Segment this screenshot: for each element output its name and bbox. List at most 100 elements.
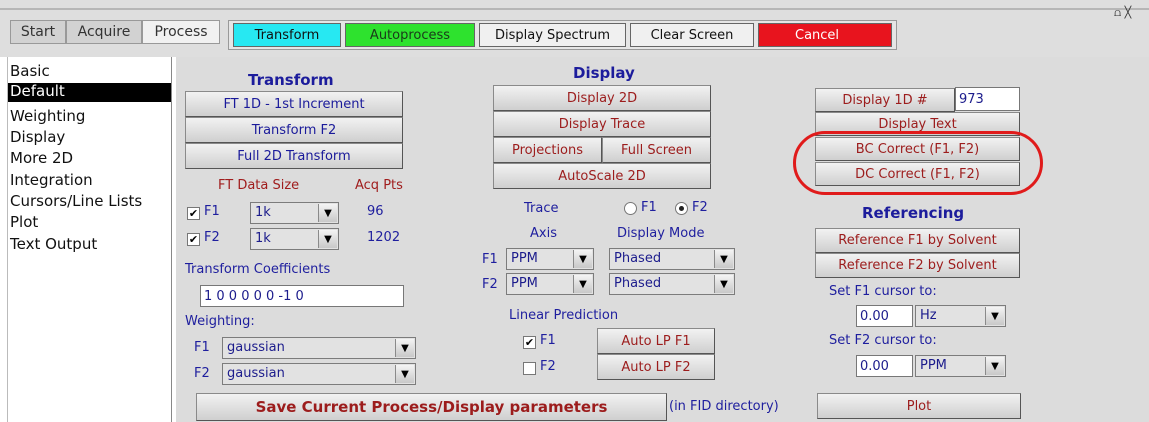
f1-axis-select[interactable]: PPM ▼: [506, 248, 594, 270]
autoscale-2d-button[interactable]: AutoScale 2D: [493, 163, 711, 189]
sidebar-item-text-output[interactable]: Text Output: [10, 235, 97, 253]
full-screen-button[interactable]: Full Screen: [602, 137, 711, 163]
set-f1-cursor-label: Set F1 cursor to:: [829, 284, 937, 299]
f1-label: F1: [204, 204, 220, 219]
f2-cursor-unit-select[interactable]: PPM ▼: [915, 355, 1006, 377]
weighting-f2-value: gaussian: [227, 366, 285, 381]
weighting-f2-select[interactable]: gaussian ▼: [222, 363, 416, 385]
lp-f2-checkbox[interactable]: [523, 362, 536, 375]
f2-display-mode-value: Phased: [614, 276, 662, 291]
transform-f2-button[interactable]: Transform F2: [185, 117, 403, 143]
weighting-f2-label: F2: [194, 366, 210, 381]
sidebar-item-basic[interactable]: Basic: [10, 62, 50, 80]
sidebar-item-weighting[interactable]: Weighting: [10, 107, 85, 125]
f1-cursor-input[interactable]: 0.00: [856, 305, 913, 327]
sidebar-item-cursors-line-lists[interactable]: Cursors/Line Lists: [10, 192, 142, 210]
plot-button[interactable]: Plot: [817, 393, 1021, 419]
chevron-down-icon: ▼: [318, 204, 337, 222]
f1-axis-value: PPM: [511, 251, 538, 266]
sidebar-item-integration[interactable]: Integration: [10, 171, 93, 189]
f2-cursor-input[interactable]: 0.00: [856, 355, 913, 377]
display-mode-label: Display Mode: [617, 226, 705, 241]
chevron-down-icon: ▼: [395, 365, 414, 383]
trace-f1-radio[interactable]: [624, 202, 637, 215]
weighting-label: Weighting:: [185, 314, 255, 329]
f1-checkbox[interactable]: ✔: [187, 207, 200, 220]
display-heading: Display: [573, 64, 635, 82]
display-trace-button[interactable]: Display Trace: [493, 111, 711, 137]
f1-display-mode-value: Phased: [614, 251, 662, 266]
f1-cursor-unit-select[interactable]: Hz ▼: [915, 305, 1006, 327]
transform-coefficients-input[interactable]: 1 0 0 0 0 0 -1 0: [200, 285, 404, 307]
display-2d-button[interactable]: Display 2D: [493, 85, 711, 111]
display-1d-button[interactable]: Display 1D #: [815, 88, 955, 112]
tab-process[interactable]: Process: [142, 20, 220, 44]
trace-f2-label: F2: [692, 200, 708, 215]
sidebar-item-default[interactable]: Default: [10, 82, 65, 100]
highlight-circle: [793, 131, 1043, 195]
lp-f2-label: F2: [540, 359, 556, 374]
f2-axis-value: PPM: [511, 276, 538, 291]
ft-1d-button[interactable]: FT 1D - 1st Increment: [185, 91, 403, 117]
chevron-down-icon: ▼: [985, 307, 1004, 325]
projections-button[interactable]: Projections: [493, 137, 602, 163]
full-2d-transform-button[interactable]: Full 2D Transform: [185, 143, 403, 169]
f1-size-value: 1k: [255, 205, 271, 220]
f2-size-select[interactable]: 1k ▼: [250, 228, 339, 250]
f2-label: F2: [204, 230, 220, 245]
acq-pts-label: Acq Pts: [355, 178, 403, 193]
display-f2-label: F2: [482, 277, 498, 292]
axis-label: Axis: [530, 226, 557, 241]
chevron-down-icon: ▼: [318, 230, 337, 248]
f1-size-select[interactable]: 1k ▼: [250, 202, 339, 224]
trace-label: Trace: [524, 201, 559, 216]
autoprocess-button[interactable]: Autoprocess: [345, 23, 475, 47]
f2-checkbox[interactable]: ✔: [187, 233, 200, 246]
clear-screen-button[interactable]: Clear Screen: [630, 23, 754, 47]
trace-f1-label: F1: [641, 200, 657, 215]
top-toolbar-border: [0, 8, 1149, 10]
transform-button[interactable]: Transform: [233, 23, 341, 47]
f2-cursor-unit-value: PPM: [920, 358, 947, 373]
f1-display-mode-select[interactable]: Phased ▼: [609, 248, 735, 270]
auto-lp-f1-button[interactable]: Auto LP F1: [597, 328, 715, 354]
auto-lp-f2-button[interactable]: Auto LP F2: [597, 354, 715, 380]
f2-axis-select[interactable]: PPM ▼: [506, 273, 594, 295]
set-f2-cursor-label: Set F2 cursor to:: [829, 333, 937, 348]
referencing-heading: Referencing: [862, 204, 965, 222]
sidebar-item-display[interactable]: Display: [10, 128, 65, 146]
f1-cursor-unit-value: Hz: [920, 308, 937, 323]
chevron-down-icon: ▼: [395, 339, 414, 357]
chevron-down-icon: ▼: [573, 250, 592, 268]
transform-coefficients-label: Transform Coefficients: [185, 262, 331, 277]
display-f1-label: F1: [482, 252, 498, 267]
reference-f1-button[interactable]: Reference F1 by Solvent: [815, 228, 1020, 253]
weighting-f1-select[interactable]: gaussian ▼: [222, 337, 416, 359]
weighting-f1-label: F1: [194, 340, 210, 355]
sidebar-item-plot[interactable]: Plot: [10, 213, 38, 231]
chevron-down-icon: ▼: [985, 357, 1004, 375]
chevron-down-icon: ▼: [714, 250, 733, 268]
f2-acq-pts-value: 1202: [367, 230, 401, 245]
weighting-f1-value: gaussian: [227, 340, 285, 355]
linear-prediction-label: Linear Prediction: [509, 308, 619, 323]
transform-heading: Transform: [248, 71, 334, 89]
f1-acq-pts-value: 96: [367, 204, 384, 219]
lp-f1-label: F1: [540, 333, 556, 348]
reference-f2-button[interactable]: Reference F2 by Solvent: [815, 253, 1020, 278]
tab-acquire[interactable]: Acquire: [66, 20, 142, 44]
trace-f2-radio[interactable]: [675, 202, 688, 215]
cancel-button[interactable]: Cancel: [758, 23, 892, 47]
window-pin-close-icon[interactable]: ⩍ ╳: [1114, 6, 1131, 20]
display-1d-number-input[interactable]: 973: [955, 87, 1020, 111]
save-note-label: (in FID directory): [669, 399, 779, 414]
chevron-down-icon: ▼: [573, 275, 592, 293]
display-spectrum-button[interactable]: Display Spectrum: [479, 23, 626, 47]
ft-data-size-label: FT Data Size: [218, 178, 300, 193]
chevron-down-icon: ▼: [714, 275, 733, 293]
tab-start[interactable]: Start: [10, 20, 66, 44]
save-parameters-button[interactable]: Save Current Process/Display parameters: [196, 393, 667, 421]
sidebar-item-more-2d[interactable]: More 2D: [10, 149, 73, 167]
lp-f1-checkbox[interactable]: ✔: [523, 336, 536, 349]
f2-display-mode-select[interactable]: Phased ▼: [609, 273, 735, 295]
